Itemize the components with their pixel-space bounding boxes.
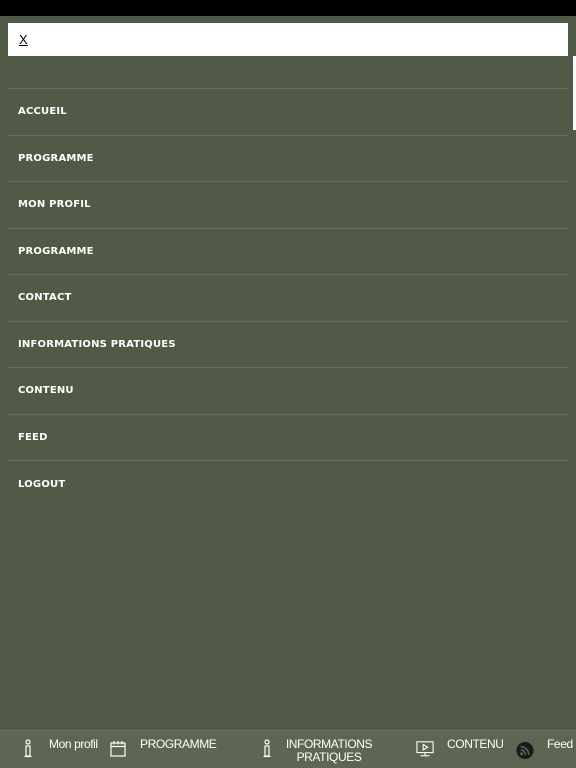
menu-item-contact[interactable]: CONTACT bbox=[8, 275, 568, 322]
close-menu-button[interactable]: X bbox=[19, 32, 28, 47]
menu-item-programme-2[interactable]: PROGRAMME bbox=[8, 229, 568, 275]
tab-mon-profil[interactable]: Mon profil bbox=[18, 731, 98, 768]
info-icon bbox=[258, 739, 276, 759]
menu-item-label: PROGRAMME bbox=[18, 152, 94, 164]
calendar-icon bbox=[109, 739, 127, 759]
tab-informations-pratiques[interactable]: INFORMATIONS PRATIQUES bbox=[258, 731, 383, 768]
menu-item-accueil[interactable]: ACCUEIL bbox=[8, 89, 568, 136]
menu-item-informations-pratiques[interactable]: INFORMATIONS PRATIQUES bbox=[8, 322, 568, 368]
tab-label: INFORMATIONS PRATIQUES bbox=[285, 737, 373, 764]
tab-feed[interactable]: Feed bbox=[515, 731, 575, 768]
side-menu: ACCUEIL PROGRAMME MON PROFIL PROGRAMME C… bbox=[8, 88, 568, 508]
menu-item-label: MON PROFIL bbox=[18, 199, 91, 211]
menu-item-programme[interactable]: PROGRAMME bbox=[8, 136, 568, 182]
tab-label: Mon profil bbox=[49, 737, 98, 751]
menu-item-label: INFORMATIONS PRATIQUES bbox=[18, 338, 176, 350]
tab-contenu[interactable]: CONTENU bbox=[415, 731, 510, 768]
tab-label: Feed bbox=[547, 737, 573, 751]
close-bar: X bbox=[8, 23, 568, 56]
menu-item-label: CONTACT bbox=[18, 292, 72, 304]
tab-programme[interactable]: PROGRAMME bbox=[108, 731, 218, 768]
menu-item-logout[interactable]: LOGOUT bbox=[8, 461, 568, 508]
menu-item-label: ACCUEIL bbox=[18, 106, 67, 118]
video-icon bbox=[416, 739, 434, 759]
menu-item-label: CONTENU bbox=[18, 385, 74, 397]
menu-item-label: LOGOUT bbox=[18, 478, 66, 490]
menu-item-label: FEED bbox=[18, 431, 48, 443]
menu-item-contenu[interactable]: CONTENU bbox=[8, 368, 568, 415]
tab-label: PROGRAMME bbox=[140, 737, 217, 751]
info-icon bbox=[19, 739, 37, 759]
menu-item-feed[interactable]: FEED bbox=[8, 415, 568, 461]
status-bar bbox=[0, 0, 576, 16]
menu-item-label: PROGRAMME bbox=[18, 245, 94, 257]
menu-item-mon-profil[interactable]: MON PROFIL bbox=[8, 182, 568, 229]
rss-icon bbox=[516, 740, 534, 760]
bottom-tab-bar: Mon profil PROGRAMME INFORMATIONS PRATIQ… bbox=[0, 730, 576, 768]
tab-label: CONTENU bbox=[447, 737, 504, 751]
